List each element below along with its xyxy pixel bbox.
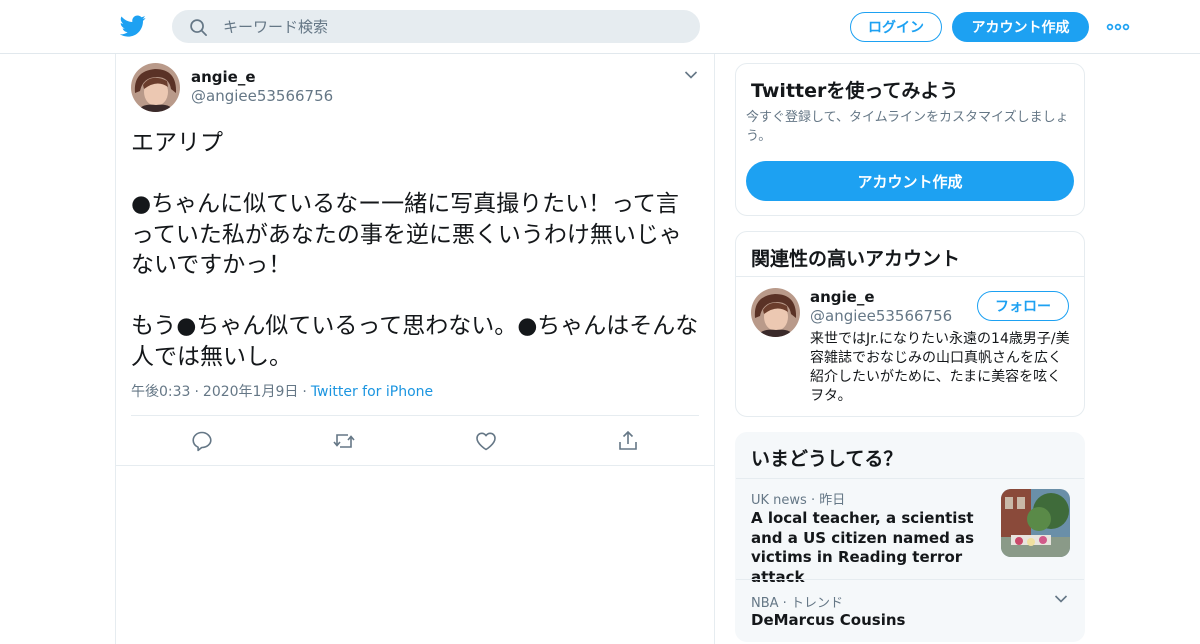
main-column: angie_e @angiee53566756 エアリプ ●ちゃんに似ているなー… [115, 54, 715, 644]
login-button[interactable]: ログイン [850, 12, 942, 42]
trend-context: NBA · トレンド [751, 596, 843, 611]
avatar[interactable] [751, 288, 800, 337]
tweet-source-link[interactable]: Twitter for iPhone [311, 384, 433, 400]
trend-headline: A local teacher, a scientist and a US ci… [751, 509, 975, 586]
more-options-icon[interactable] [1106, 18, 1130, 36]
signup-card-title: Twitterを使ってみよう [751, 80, 959, 102]
trends-title: いまどうしてる？ [751, 448, 903, 470]
related-accounts-card: 関連性の高いアカウント angie_e @angiee53566756 フォロー… [735, 231, 1085, 417]
chevron-down-icon[interactable] [684, 70, 698, 80]
trend-category: NBA [751, 596, 779, 611]
trend-context: UK news · 昨日 [751, 493, 846, 508]
related-accounts-title: 関連性の高いアカウント [751, 248, 961, 270]
top-bar: ログイン アカウント作成 [0, 0, 1200, 54]
trend-time: 昨日 [819, 493, 846, 508]
follow-button[interactable]: フォロー [977, 291, 1069, 321]
tweet: angie_e @angiee53566756 エアリプ ●ちゃんに似ているなー… [116, 54, 714, 466]
tweet-text: エアリプ ●ちゃんに似ているなー一緒に写真撮りたい！って言っていた私があなたの事… [131, 130, 699, 370]
separator-dot: · [194, 384, 199, 400]
signup-button[interactable]: アカウント作成 [952, 12, 1089, 42]
related-account-bio: 来世ではJr.になりたい永遠の14歳男子/美容雑誌でおなじみの山口真帆さんを広く… [810, 331, 1070, 404]
chevron-down-icon[interactable] [1054, 594, 1068, 604]
tweet-date[interactable]: 2020年1月9日 [203, 384, 298, 400]
signup-card-subtitle: 今すぐ登録して、タイムラインをカスタマイズしましょう。 [746, 110, 1069, 144]
divider [131, 415, 699, 416]
search-bar[interactable] [172, 10, 700, 43]
retweet-icon[interactable] [332, 429, 356, 453]
avatar[interactable] [131, 63, 180, 112]
trend-item[interactable]: NBA · トレンド DeMarcus Cousins [736, 580, 1084, 640]
separator-dot: · [302, 384, 307, 400]
tweet-meta: 午後0:33 · 2020年1月9日 · Twitter for iPhone [131, 381, 433, 401]
like-heart-icon[interactable] [474, 429, 498, 453]
tweet-author-name[interactable]: angie_e [191, 68, 256, 86]
search-input[interactable] [223, 15, 683, 39]
trends-card: いまどうしてる？ UK news · 昨日 A local teacher, a… [735, 432, 1085, 642]
reply-icon[interactable] [190, 429, 214, 453]
tweet-author-handle[interactable]: @angiee53566756 [191, 87, 333, 105]
signup-card-button[interactable]: アカウント作成 [746, 161, 1074, 201]
search-icon [190, 19, 207, 36]
related-account-handle[interactable]: @angiee53566756 [810, 307, 952, 325]
tweet-time[interactable]: 午後0:33 [131, 384, 190, 400]
share-icon[interactable] [616, 429, 640, 453]
trend-headline: DeMarcus Cousins [751, 611, 906, 629]
divider [736, 276, 1084, 277]
trend-thumbnail[interactable] [1001, 489, 1070, 557]
trend-time: トレンド [790, 596, 843, 611]
signup-card: Twitterを使ってみよう 今すぐ登録して、タイムラインをカスタマイズしましょ… [735, 63, 1085, 216]
trend-category: UK news [751, 493, 807, 508]
twitter-bird-icon[interactable] [120, 13, 146, 39]
related-account-name[interactable]: angie_e [810, 288, 875, 306]
